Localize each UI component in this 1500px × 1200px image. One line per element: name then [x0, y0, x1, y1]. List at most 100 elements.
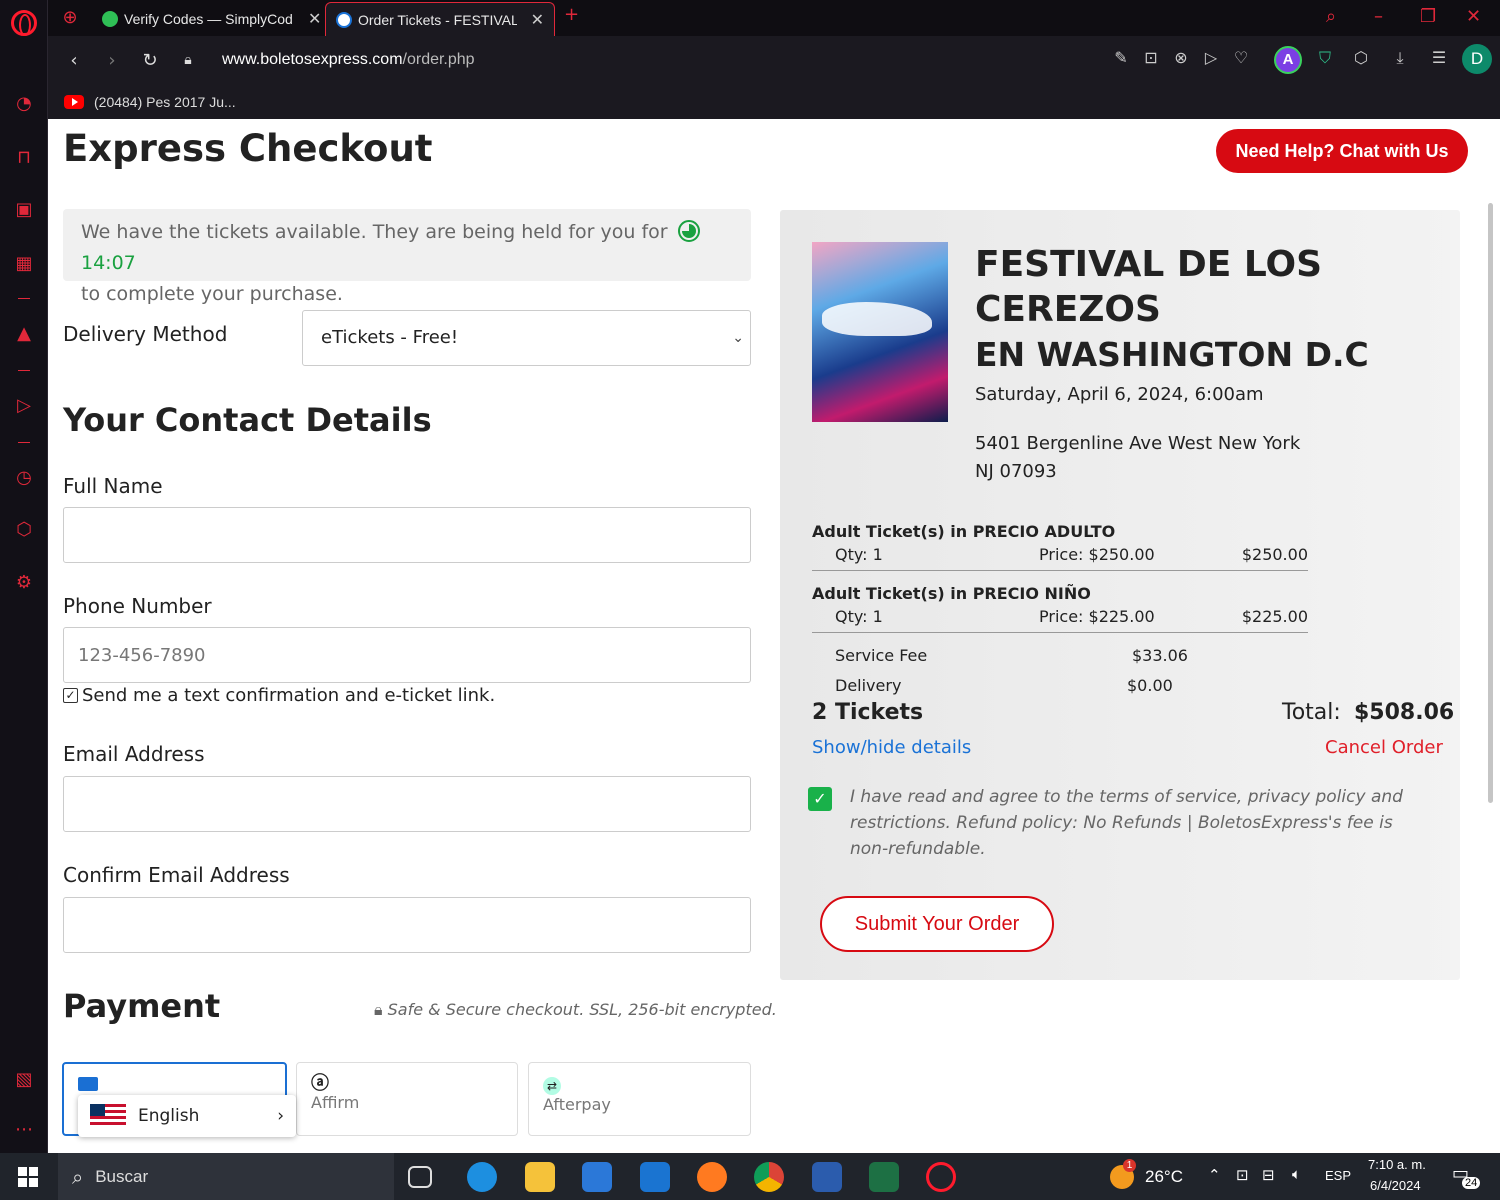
- phone-label: Phone Number: [63, 594, 212, 618]
- line-item-price: Price: $225.00: [1039, 607, 1155, 626]
- mail-icon[interactable]: [640, 1162, 670, 1192]
- payment-tab-afterpay[interactable]: ⇄ Afterpay: [528, 1062, 751, 1136]
- player-icon[interactable]: ▷: [12, 394, 36, 418]
- delivery-method-select[interactable]: eTickets - Free! ⌄: [302, 310, 751, 366]
- url-field[interactable]: www.boletosexpress.com/order.php: [222, 51, 475, 69]
- meet-icon[interactable]: ⊡: [1236, 1166, 1249, 1184]
- chevron-up-icon[interactable]: ⌃: [1208, 1166, 1221, 1184]
- profile-avatar-a[interactable]: A: [1274, 46, 1302, 74]
- us-flag-icon: [90, 1104, 126, 1128]
- address-line-2: NJ 07093: [975, 461, 1057, 482]
- sidebar-divider: [18, 298, 30, 299]
- clock-time[interactable]: 7:10 a. m.: [1368, 1157, 1426, 1172]
- line-item-price: Price: $250.00: [1039, 545, 1155, 564]
- gallery-icon[interactable]: ▧: [12, 1068, 36, 1092]
- back-icon[interactable]: ‹: [62, 50, 86, 71]
- file-explorer-icon[interactable]: [525, 1162, 555, 1192]
- language-selector[interactable]: English ›: [78, 1095, 296, 1137]
- timer-icon: [677, 220, 700, 242]
- lock-icon: 🔒︎: [374, 1000, 383, 1019]
- opera-logo-icon[interactable]: [11, 10, 37, 36]
- browser-sidebar: ◔ ⊓ ▣ ▦ ▲ ▷ ◷ ⬡ ⚙ ▧ ⋯: [0, 0, 48, 1153]
- line-item-amount: $250.00: [1241, 545, 1308, 564]
- event-poster-image: [812, 242, 948, 422]
- taskbar-search[interactable]: ⌕ Buscar: [58, 1153, 394, 1200]
- twitch-icon[interactable]: ▣: [12, 198, 36, 222]
- affirm-icon: ⓐ: [311, 1073, 329, 1094]
- close-window-icon[interactable]: ✕: [1466, 6, 1481, 27]
- history-icon[interactable]: ◷: [12, 466, 36, 490]
- forward-icon[interactable]: ›: [100, 50, 124, 71]
- cancel-order-link[interactable]: Cancel Order: [1325, 737, 1443, 758]
- confirm-email-input[interactable]: [63, 897, 751, 953]
- restore-icon[interactable]: ❐: [1420, 6, 1436, 27]
- new-tab-icon[interactable]: +: [564, 4, 579, 25]
- more-icon[interactable]: ⋯: [12, 1118, 36, 1142]
- vpn-shield-icon[interactable]: ⛉: [1314, 48, 1336, 70]
- line-item-amount: $225.00: [1241, 607, 1308, 626]
- search-tabs-icon[interactable]: ⌕: [1326, 6, 1336, 27]
- submit-order-button[interactable]: Submit Your Order: [820, 896, 1054, 952]
- full-name-input[interactable]: [63, 507, 751, 563]
- excel-icon[interactable]: [869, 1162, 899, 1192]
- text-confirm-row[interactable]: ✓ Send me a text confirmation and e-tick…: [63, 685, 495, 706]
- task-view-icon[interactable]: [408, 1166, 432, 1188]
- cube-icon[interactable]: ⬡: [12, 518, 36, 542]
- bookmark-youtube[interactable]: (20484) Pes 2017 Ju...: [94, 94, 236, 110]
- chrome-icon[interactable]: [754, 1162, 784, 1192]
- menu-icon[interactable]: ☰: [1428, 48, 1450, 70]
- tab-order-tickets[interactable]: Order Tickets - FESTIVAL D ✕: [325, 2, 555, 36]
- phone-input[interactable]: [63, 627, 751, 683]
- secure-text: Safe & Secure checkout. SSL, 256-bit enc…: [387, 1000, 777, 1019]
- weather-temp[interactable]: 26°C: [1145, 1167, 1183, 1187]
- chat-help-button[interactable]: Need Help? Chat with Us: [1216, 129, 1468, 173]
- edge-icon[interactable]: [467, 1162, 497, 1192]
- payment-tab-affirm[interactable]: ⓐ Affirm: [296, 1062, 518, 1136]
- chip-icon[interactable]: ▦: [12, 252, 36, 276]
- firefox-icon[interactable]: [697, 1162, 727, 1192]
- minimize-icon[interactable]: –: [1374, 6, 1383, 27]
- event-address: 5401 Bergenline Ave West New York NJ 070…: [975, 430, 1315, 486]
- language-indicator[interactable]: ESP: [1325, 1168, 1351, 1183]
- close-circle-icon[interactable]: ⊗: [1170, 48, 1192, 70]
- easy-setup-icon[interactable]: ✎: [1110, 48, 1132, 70]
- close-tab-icon[interactable]: ✕: [531, 10, 544, 30]
- cube-icon[interactable]: ⬡: [1350, 48, 1372, 70]
- close-tab-icon[interactable]: ✕: [308, 9, 321, 29]
- network-icon[interactable]: ⊟: [1262, 1166, 1275, 1184]
- speed-dial-icon[interactable]: ◔: [12, 92, 36, 116]
- volume-icon[interactable]: 🔈︎: [1292, 1166, 1301, 1183]
- heart-icon[interactable]: ♡: [1230, 48, 1252, 70]
- secure-notice: 🔒︎ Safe & Secure checkout. SSL, 256-bit …: [374, 1000, 777, 1020]
- reload-icon[interactable]: ↻: [138, 50, 162, 71]
- opera-taskbar-icon[interactable]: [926, 1162, 956, 1192]
- line-item-row: Qty: 1 Price: $250.00 $250.00: [812, 543, 1308, 571]
- email-input[interactable]: [63, 776, 751, 832]
- sidebar-divider: [18, 442, 30, 443]
- gamepad-icon[interactable]: ⊕: [58, 6, 82, 30]
- download-icon[interactable]: ⤓: [1389, 48, 1411, 70]
- agree-terms-checkbox[interactable]: ✓: [808, 787, 832, 811]
- shopping-bag-icon[interactable]: ⊓: [12, 146, 36, 170]
- email-label: Email Address: [63, 742, 205, 766]
- line-item-heading: Adult Ticket(s) in PRECIO NIÑO: [812, 584, 1091, 603]
- settings-gear-icon[interactable]: ⚙: [12, 571, 36, 595]
- microsoft-store-icon[interactable]: [582, 1162, 612, 1192]
- line-item-heading: Adult Ticket(s) in PRECIO ADULTO: [812, 522, 1116, 541]
- aria-icon[interactable]: ▲: [12, 322, 36, 346]
- lock-icon[interactable]: 🔒︎: [176, 52, 200, 68]
- page-scrollbar[interactable]: [1488, 203, 1493, 803]
- boletos-favicon-icon: [336, 11, 352, 28]
- windows-start-icon[interactable]: [18, 1167, 38, 1187]
- send-icon[interactable]: ▷: [1200, 48, 1222, 70]
- camera-icon[interactable]: ⊡: [1140, 48, 1162, 70]
- profile-avatar-d[interactable]: D: [1462, 44, 1492, 74]
- afterpay-label: Afterpay: [543, 1095, 611, 1114]
- web-page: Express Checkout Need Help? Chat with Us…: [48, 119, 1500, 1153]
- clock-date[interactable]: 6/4/2024: [1370, 1178, 1421, 1193]
- text-confirm-checkbox[interactable]: ✓: [63, 688, 78, 703]
- show-hide-details-link[interactable]: Show/hide details: [812, 737, 971, 758]
- word-icon[interactable]: [812, 1162, 842, 1192]
- line-item-qty: Qty: 1: [835, 607, 883, 626]
- tickets-count: 2 Tickets: [812, 700, 924, 725]
